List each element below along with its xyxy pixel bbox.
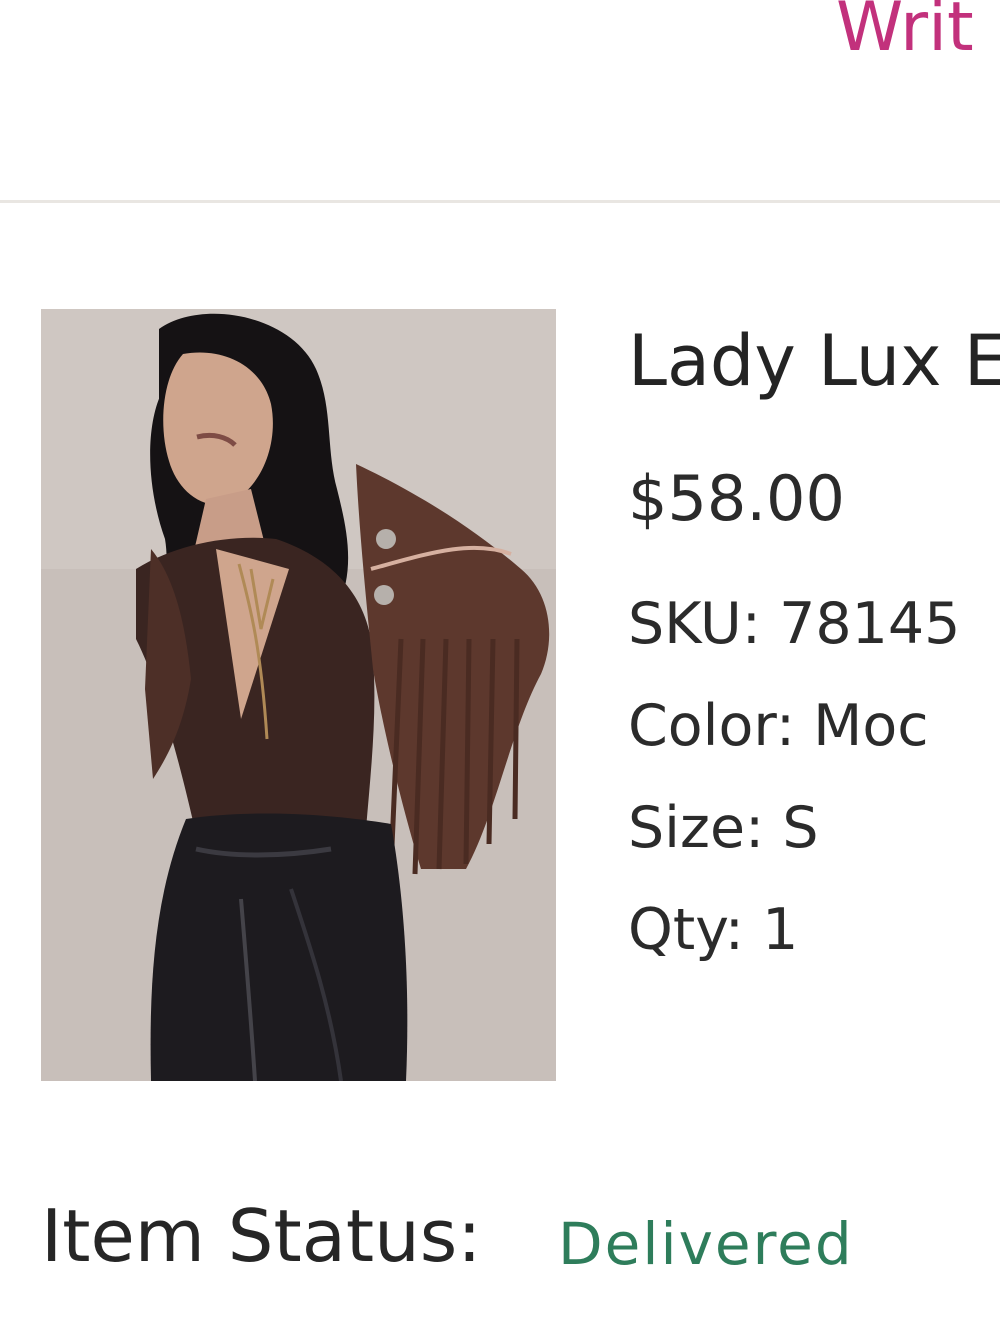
product-quantity: Qty: 1 <box>628 897 799 963</box>
product-color: Color: Moc <box>628 693 929 759</box>
product-price: $58.00 <box>628 462 845 535</box>
product-sku: SKU: 78145 <box>628 591 961 657</box>
product-name[interactable]: Lady Lux E <box>628 326 1000 396</box>
product-image[interactable] <box>41 309 556 1081</box>
write-review-link[interactable]: Writ <box>836 0 974 62</box>
order-item-page: Writ Lady Lux E $58.00 SKU: 78145 Color:… <box>0 0 1000 1332</box>
section-divider <box>0 200 1000 203</box>
item-status-label: Item Status: <box>41 1194 482 1278</box>
product-size: Size: S <box>628 795 819 861</box>
product-photo-illustration <box>41 309 556 1081</box>
item-status-value: Delivered <box>558 1210 854 1278</box>
